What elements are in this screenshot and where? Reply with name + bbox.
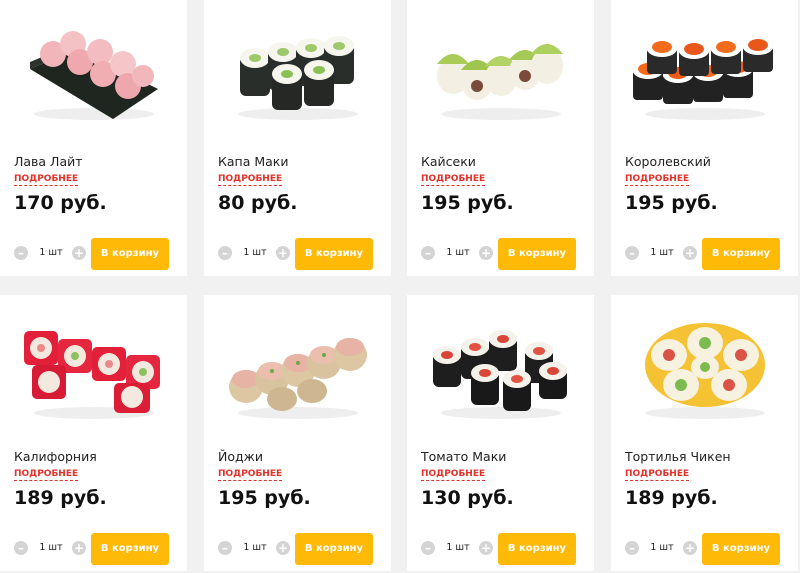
product-image-kaiseki[interactable] [425, 14, 577, 126]
product-price: 189 руб. [14, 487, 107, 509]
details-link[interactable]: ПОДРОБНЕЕ [625, 469, 690, 481]
product-price: 195 руб. [218, 487, 311, 509]
product-image-tortilla-chicken[interactable] [629, 309, 781, 421]
add-to-cart-button[interactable]: В корзину [295, 238, 373, 270]
plus-icon[interactable]: + [276, 541, 290, 555]
quantity-stepper: – 1 шт + [218, 541, 290, 555]
product-price: 170 руб. [14, 192, 107, 214]
quantity-stepper: – 1 шт + [14, 246, 86, 260]
quantity-value: 1 шт [446, 542, 470, 553]
minus-icon[interactable]: – [218, 541, 232, 555]
plus-icon[interactable]: + [479, 246, 493, 260]
product-card-yoji: Йоджи ПОДРОБНЕЕ 195 руб. – 1 шт + В корз… [204, 295, 391, 571]
product-card-tortilla-chicken: Тортилья Чикен ПОДРОБНЕЕ 189 руб. – 1 шт… [611, 295, 798, 571]
product-price: 195 руб. [421, 192, 514, 214]
product-name[interactable]: Королевский [625, 154, 711, 169]
product-price: 195 руб. [625, 192, 718, 214]
product-price: 189 руб. [625, 487, 718, 509]
product-image-lava-lite[interactable] [18, 14, 170, 126]
plus-icon[interactable]: + [72, 541, 86, 555]
product-name[interactable]: Тортилья Чикен [625, 449, 731, 464]
product-name[interactable]: Йоджи [218, 449, 263, 464]
quantity-value: 1 шт [446, 247, 470, 258]
details-link[interactable]: ПОДРОБНЕЕ [14, 469, 79, 481]
plus-icon[interactable]: + [683, 541, 697, 555]
quantity-value: 1 шт [243, 542, 267, 553]
details-link[interactable]: ПОДРОБНЕЕ [421, 174, 486, 186]
quantity-value: 1 шт [243, 247, 267, 258]
product-card-kappa-maki: Капа Маки ПОДРОБНЕЕ 80 руб. – 1 шт + В к… [204, 0, 391, 276]
minus-icon[interactable]: – [625, 246, 639, 260]
quantity-stepper: – 1 шт + [421, 541, 493, 555]
plus-icon[interactable]: + [72, 246, 86, 260]
plus-icon[interactable]: + [276, 246, 290, 260]
product-name[interactable]: Кайсеки [421, 154, 476, 169]
details-link[interactable]: ПОДРОБНЕЕ [14, 174, 79, 186]
quantity-value: 1 шт [650, 542, 674, 553]
details-link[interactable]: ПОДРОБНЕЕ [625, 174, 690, 186]
quantity-stepper: – 1 шт + [14, 541, 86, 555]
add-to-cart-button[interactable]: В корзину [91, 238, 169, 270]
product-name[interactable]: Калифорния [14, 449, 97, 464]
product-card-lava-lite: Лава Лайт ПОДРОБНЕЕ 170 руб. – 1 шт + В … [0, 0, 187, 276]
product-image-royal[interactable] [629, 14, 781, 126]
quantity-stepper: – 1 шт + [625, 246, 697, 260]
product-name[interactable]: Лава Лайт [14, 154, 83, 169]
add-to-cart-button[interactable]: В корзину [498, 533, 576, 565]
product-name[interactable]: Томато Маки [421, 449, 506, 464]
quantity-stepper: – 1 шт + [218, 246, 290, 260]
add-to-cart-button[interactable]: В корзину [702, 238, 780, 270]
minus-icon[interactable]: – [14, 541, 28, 555]
plus-icon[interactable]: + [683, 246, 697, 260]
add-to-cart-button[interactable]: В корзину [702, 533, 780, 565]
quantity-stepper: – 1 шт + [625, 541, 697, 555]
product-image-yoji[interactable] [222, 309, 374, 421]
minus-icon[interactable]: – [625, 541, 639, 555]
details-link[interactable]: ПОДРОБНЕЕ [218, 174, 283, 186]
product-card-tomato-maki: Томато Маки ПОДРОБНЕЕ 130 руб. – 1 шт + … [407, 295, 594, 571]
minus-icon[interactable]: – [218, 246, 232, 260]
product-card-kaiseki: Кайсеки ПОДРОБНЕЕ 195 руб. – 1 шт + В ко… [407, 0, 594, 276]
add-to-cart-button[interactable]: В корзину [498, 238, 576, 270]
product-price: 80 руб. [218, 192, 298, 214]
add-to-cart-button[interactable]: В корзину [91, 533, 169, 565]
product-card-california: Калифорния ПОДРОБНЕЕ 189 руб. – 1 шт + В… [0, 295, 187, 571]
product-card-royal: Королевский ПОДРОБНЕЕ 195 руб. – 1 шт + … [611, 0, 798, 276]
minus-icon[interactable]: – [421, 246, 435, 260]
product-image-california[interactable] [18, 309, 170, 421]
details-link[interactable]: ПОДРОБНЕЕ [421, 469, 486, 481]
quantity-stepper: – 1 шт + [421, 246, 493, 260]
plus-icon[interactable]: + [479, 541, 493, 555]
product-image-kappa-maki[interactable] [222, 14, 374, 126]
product-image-tomato-maki[interactable] [425, 309, 577, 421]
minus-icon[interactable]: – [421, 541, 435, 555]
quantity-value: 1 шт [39, 542, 63, 553]
quantity-value: 1 шт [39, 247, 63, 258]
add-to-cart-button[interactable]: В корзину [295, 533, 373, 565]
minus-icon[interactable]: – [14, 246, 28, 260]
product-name[interactable]: Капа Маки [218, 154, 288, 169]
product-price: 130 руб. [421, 487, 514, 509]
details-link[interactable]: ПОДРОБНЕЕ [218, 469, 283, 481]
quantity-value: 1 шт [650, 247, 674, 258]
